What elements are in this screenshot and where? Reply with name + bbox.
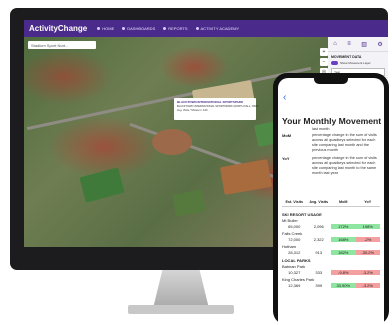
cell-avg-visits: 333 bbox=[315, 270, 323, 275]
table-group-heading: SKI RESORT USAGE bbox=[282, 212, 322, 217]
sports-field bbox=[79, 167, 125, 203]
search-input-text: Stadium Sport Nort... bbox=[31, 42, 69, 48]
report-definitions: last month MoM percentage change in the … bbox=[282, 127, 380, 179]
gear-icon[interactable]: ⚙ bbox=[377, 41, 382, 48]
definition-key: MoM bbox=[282, 133, 292, 138]
report-title: Your Monthly Movement Report bbox=[282, 116, 384, 126]
cell-yoy: -2% bbox=[355, 237, 380, 242]
toggle-switch[interactable] bbox=[331, 61, 338, 65]
cell-mom: 168% bbox=[331, 237, 356, 242]
cell-yoy: -3.2% bbox=[355, 270, 380, 275]
zoom-out-icon[interactable]: − bbox=[320, 58, 328, 66]
cell-yoy: -3.2% bbox=[355, 283, 380, 288]
academy-icon bbox=[195, 27, 199, 30]
cell-mom: 172% bbox=[331, 224, 356, 229]
table-row: 65,000 2,096 172% 198% bbox=[282, 223, 380, 230]
zoom-in-icon[interactable]: + bbox=[320, 48, 328, 56]
nav-reports[interactable]: REPORTS bbox=[163, 26, 188, 31]
phone-notch bbox=[314, 78, 348, 84]
movement-layer-toggle[interactable]: Show Movement Layer bbox=[331, 61, 385, 65]
map-road bbox=[26, 66, 312, 131]
panel-icon-bar: ⌂ ≡ ▥ ⚙ bbox=[328, 37, 388, 52]
map-search-input[interactable]: Stadium Sport Nort... bbox=[28, 41, 96, 49]
cell-mom: 33.90% bbox=[331, 283, 356, 288]
report-table-body: SKI RESORT USAGE Mt Buller 65,000 2,096 172%… bbox=[282, 210, 380, 289]
app-top-bar: ActivityChange HOME DASHBOARDS REPORTS A… bbox=[24, 20, 388, 37]
definition-yoy: YoY percentage change in the sum of visi… bbox=[282, 156, 380, 176]
cell-est-visits: 12,369 bbox=[288, 283, 301, 288]
nav-activity-academy[interactable]: ACTIVITY ACADEMY bbox=[195, 26, 239, 31]
home-icon bbox=[97, 27, 101, 30]
nav-home[interactable]: HOME bbox=[97, 26, 114, 31]
definition-text: percentage change in the sum of visits a… bbox=[312, 156, 377, 175]
table-row: 28,312 913 182% -30.2% bbox=[282, 249, 380, 256]
sports-field bbox=[219, 159, 273, 195]
cell-avg-visits: 399 bbox=[315, 283, 323, 288]
panel-section-title: MOVEMENT DATA bbox=[331, 55, 362, 59]
cell-avg-visits: 2,322 bbox=[313, 237, 324, 242]
col-avg-visits: Avg. Visits bbox=[309, 200, 329, 204]
cell-avg-visits: 913 bbox=[315, 250, 323, 255]
sports-field bbox=[172, 189, 206, 217]
nav-dashboards[interactable]: DASHBOARDS bbox=[122, 26, 155, 31]
cell-avg-visits: 2,096 bbox=[313, 224, 324, 229]
cell-est-visits: 10,327 bbox=[288, 270, 301, 275]
cell-mom: 182% bbox=[331, 250, 356, 255]
cell-yoy: 198% bbox=[355, 224, 380, 229]
monitor-base bbox=[128, 305, 234, 314]
tooltip-line: Avg. Visits / Shows in: 100 bbox=[177, 109, 208, 112]
col-mom: MoM bbox=[339, 200, 348, 204]
monitor-stand bbox=[153, 270, 209, 308]
cell-est-visits: 72,000 bbox=[288, 237, 301, 242]
cell-est-visits: 65,000 bbox=[288, 224, 301, 229]
definition-continued: last month bbox=[312, 127, 330, 131]
phone-device: ‹ Your Monthly Movement Report last mont… bbox=[273, 73, 389, 325]
layers-icon[interactable]: ≡ bbox=[347, 41, 351, 47]
table-row: 72,000 2,322 168% -2% bbox=[282, 236, 380, 243]
definition-key: YoY bbox=[282, 156, 290, 161]
col-yoy: YoY bbox=[364, 200, 372, 204]
table-row: 12,369 399 33.90% -3.2% bbox=[282, 282, 380, 289]
cell-mom: -9.8% bbox=[331, 270, 356, 275]
dashboard-icon bbox=[122, 27, 126, 30]
app-logo[interactable]: ActivityChange bbox=[29, 24, 87, 33]
definition-mom: MoM percentage change in the sum of visi… bbox=[282, 133, 380, 153]
cell-est-visits: 28,312 bbox=[288, 250, 301, 255]
phone-screen: ‹ Your Monthly Movement Report last mont… bbox=[278, 78, 384, 325]
tooltip-line: BLACKTOWN INTERNATIONAL SPORTSPARK (NORT… bbox=[177, 105, 259, 108]
chart-icon[interactable]: ▥ bbox=[361, 41, 367, 48]
cell-yoy: -30.2% bbox=[355, 250, 380, 255]
report-icon bbox=[163, 27, 167, 30]
report-table-header: Est. Visits Avg. Visits MoM YoY bbox=[282, 200, 380, 207]
home-icon[interactable]: ⌂ bbox=[333, 41, 337, 47]
definition-text: percentage change in the sum of visits a… bbox=[312, 133, 377, 152]
col-est-visits: Est. Visits bbox=[285, 200, 304, 204]
toggle-label: Show Movement Layer bbox=[340, 61, 371, 65]
table-group-heading: LOCAL PARKS bbox=[282, 258, 311, 263]
map-tooltip: BLACKTOWN INTERNATIONAL SPORTSPARK BLACK… bbox=[174, 98, 259, 120]
sports-field bbox=[152, 129, 192, 155]
back-chevron-icon[interactable]: ‹ bbox=[283, 92, 286, 103]
table-row: 10,327 333 -9.8% -3.2% bbox=[282, 269, 380, 276]
